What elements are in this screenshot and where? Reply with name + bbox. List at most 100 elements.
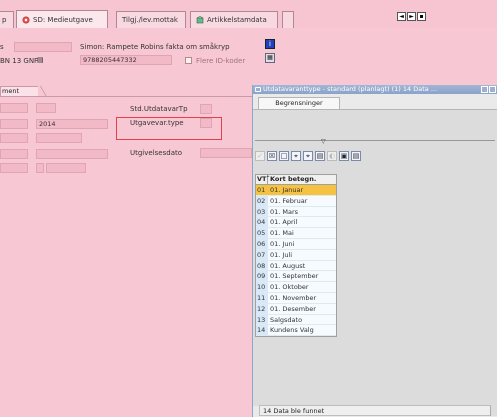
- find-icon[interactable]: ⌖: [291, 151, 301, 161]
- info-icon[interactable]: i: [265, 39, 275, 49]
- table-row[interactable]: 04 01. April: [256, 217, 336, 229]
- table-empty-area: [337, 174, 495, 381]
- id-codes-icon[interactable]: ▦: [265, 53, 275, 63]
- field-s-value[interactable]: [14, 42, 72, 52]
- row-code: 09: [256, 271, 268, 282]
- tab-sd-medieutgave[interactable]: SD: Medieutgave: [16, 10, 108, 28]
- table-row[interactable]: 03 01. Mars: [256, 206, 336, 218]
- column-header-code[interactable]: VTˆ: [256, 175, 270, 184]
- flere-id-label: Flere ID-koder: [196, 57, 246, 65]
- row-name: 01. August: [268, 260, 336, 271]
- section-tab[interactable]: ment: [0, 86, 38, 96]
- section-tab-label: ment: [2, 87, 19, 95]
- table-row[interactable]: 09 01. September: [256, 271, 336, 283]
- field-label-s: s: [0, 43, 4, 51]
- filter-icon[interactable]: ◐: [327, 151, 337, 161]
- table-header: VTˆ Kort betegn.: [256, 175, 336, 185]
- row-name: 01. November: [268, 292, 336, 303]
- form-field-1a[interactable]: [0, 103, 28, 113]
- std-utdatavar-field[interactable]: [200, 104, 212, 114]
- column-header-name[interactable]: Kort betegn.: [268, 175, 336, 184]
- tab-more[interactable]: [282, 11, 294, 28]
- tab-prev[interactable]: p: [0, 11, 14, 28]
- row-name: 01. Juli: [268, 249, 336, 260]
- value-help-dialog: Utdatavaranttype - standard (planlagt) (…: [252, 85, 497, 417]
- table-row[interactable]: 14 Kundens Valg: [256, 325, 336, 337]
- close-icon[interactable]: [489, 86, 496, 93]
- export-icon[interactable]: ▤: [351, 151, 361, 161]
- row-name: 01. Desember: [268, 303, 336, 314]
- tab-scroll-right-icon[interactable]: ►: [407, 12, 416, 21]
- row-name: 01. Oktober: [268, 282, 336, 292]
- restriction-splitter[interactable]: ▽: [255, 138, 495, 145]
- form-field-2a[interactable]: [0, 119, 28, 129]
- tab-list-icon[interactable]: ▪: [417, 12, 426, 21]
- isbn-match-icon[interactable]: ▤: [37, 56, 45, 65]
- row-name: 01. Juni: [268, 238, 336, 249]
- row-code: 11: [256, 292, 268, 303]
- table-row[interactable]: 13 Salgsdato: [256, 314, 336, 326]
- table-row[interactable]: 12 01. Desember: [256, 303, 336, 315]
- form-field-4a[interactable]: [0, 149, 28, 159]
- splitter-handle-icon[interactable]: ▽: [321, 138, 326, 145]
- row-code: 06: [256, 238, 268, 249]
- row-code: 07: [256, 249, 268, 260]
- sort-icon[interactable]: ▤: [315, 151, 325, 161]
- find-next-icon[interactable]: ⌖: [303, 151, 313, 161]
- form-field-3b[interactable]: [36, 133, 82, 143]
- dialog-title: Utdatavaranttype - standard (planlagt) (…: [263, 85, 438, 93]
- year-field[interactable]: 2014: [36, 119, 108, 129]
- row-code: 03: [256, 206, 268, 217]
- table-row[interactable]: 07 01. Juli: [256, 249, 336, 261]
- row-code: 10: [256, 282, 268, 292]
- dialog-titlebar[interactable]: Utdatavaranttype - standard (planlagt) (…: [253, 85, 497, 94]
- status-grip-icon: [490, 406, 497, 416]
- utgivelsesdato-label: Utgivelsesdato: [130, 149, 183, 157]
- row-code: 12: [256, 303, 268, 314]
- hit-list-table: VTˆ Kort betegn. 01 01. Januar 02 01. Febru…: [255, 174, 337, 338]
- row-name: 01. Januar: [268, 185, 336, 195]
- dialog-window-icon: [255, 87, 261, 92]
- table-row[interactable]: 01 01. Januar: [256, 185, 336, 196]
- flere-id-checkbox[interactable]: [185, 56, 192, 64]
- form-field-1b[interactable]: [36, 103, 56, 113]
- table-row[interactable]: 08 01. August: [256, 260, 336, 272]
- row-name: 01. April: [268, 217, 336, 228]
- minimize-icon[interactable]: [481, 86, 488, 93]
- row-code: 13: [256, 314, 268, 325]
- title-value: Simon: Rampete Robins fakta om småkryp: [80, 43, 230, 51]
- form-field-4b[interactable]: [36, 149, 108, 159]
- dialog-body: ▽ ✓ ☒ □ ⌖ ⌖ ▤ ◐ ▣ ▤ VTˆ Kort betegn. 01 0…: [253, 110, 497, 406]
- artikkel-icon: [196, 16, 204, 24]
- utgivelsesdato-field[interactable]: [200, 148, 252, 158]
- row-code: 05: [256, 228, 268, 238]
- table-row[interactable]: 05 01. Mai: [256, 228, 336, 239]
- std-utdatavar-label: Std.UtdatavarTp: [130, 105, 188, 113]
- row-name: 01. Mai: [268, 228, 336, 238]
- status-bar: 14 Data ble funnet: [259, 405, 497, 416]
- row-name: Salgsdato: [268, 314, 336, 325]
- table-row[interactable]: 02 01. Februar: [256, 195, 336, 207]
- tab-scroll-left-icon[interactable]: ◄: [397, 12, 406, 21]
- form-field-3a[interactable]: [0, 133, 28, 143]
- isbn-field[interactable]: 9788205447332: [80, 55, 172, 65]
- table-row[interactable]: 10 01. Oktober: [256, 282, 336, 293]
- tab-tilgj-lev-mottak[interactable]: Tilgj./lev.mottak: [116, 11, 186, 28]
- row-name: Kundens Valg: [268, 325, 336, 336]
- section-divider: [0, 96, 252, 97]
- tab-strip: p SD: Medieutgave Tilgj./lev.mottak Arti…: [0, 0, 497, 28]
- form-field-5b[interactable]: [36, 163, 44, 173]
- tab-label: p: [2, 16, 7, 24]
- table-row[interactable]: 11 01. November: [256, 292, 336, 304]
- cancel-icon[interactable]: ☒: [267, 151, 277, 161]
- tab-begrensninger[interactable]: Begrensninger: [258, 97, 340, 109]
- form-field-5c[interactable]: [46, 163, 86, 173]
- row-name: 01. Mars: [268, 206, 336, 217]
- tab-begrensninger-label: Begrensninger: [275, 99, 323, 107]
- tab-artikkelstamdata[interactable]: Artikkelstamdata: [190, 11, 278, 28]
- confirm-icon[interactable]: ✓: [255, 151, 265, 161]
- form-field-5a[interactable]: [0, 163, 28, 173]
- print-icon[interactable]: ▣: [339, 151, 349, 161]
- new-entry-icon[interactable]: □: [279, 151, 289, 161]
- table-row[interactable]: 06 01. Juni: [256, 238, 336, 250]
